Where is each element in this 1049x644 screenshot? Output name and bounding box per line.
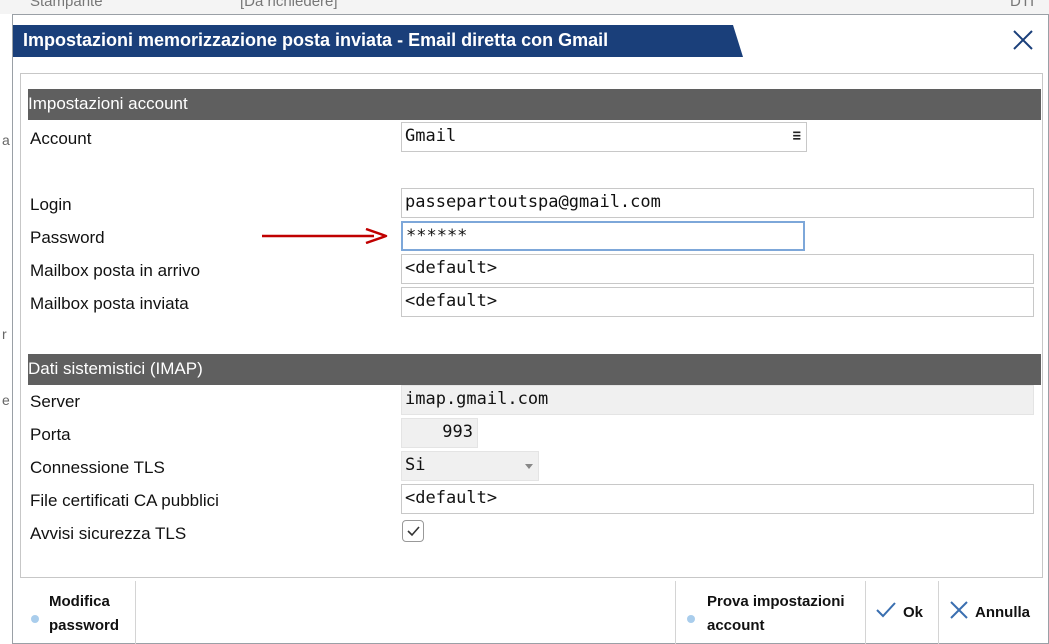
modifica-label-line1: Modifica <box>49 593 110 610</box>
background-text: [Da richiedere] <box>240 0 338 10</box>
menu-icon[interactable]: ≡ <box>793 128 801 144</box>
porta-label: Porta <box>30 425 71 444</box>
modifica-password-button[interactable]: Modifica password <box>27 593 135 644</box>
login-value: passepartoutspa@gmail.com <box>405 192 661 212</box>
tls-warn-checkbox[interactable] <box>402 520 424 542</box>
background-char: e <box>2 392 10 408</box>
modifica-label-line2: password <box>49 617 120 634</box>
ok-label: Ok <box>903 604 924 621</box>
section-header-label: Impostazioni account <box>28 94 188 113</box>
tls-warn-label: Avvisi sicurezza TLS <box>30 524 187 543</box>
mailbox-in-label: Mailbox posta in arrivo <box>30 261 201 280</box>
dialog-footer: Modifica password Prova impostazioni acc… <box>13 581 1049 644</box>
tls-select[interactable]: Si <box>401 451 539 481</box>
background-window-strip: Stampante [Da richiedere] DTI <box>0 0 1049 14</box>
dialog-content: Impostazioni account Account Gmail ≡ Log… <box>20 73 1043 578</box>
ca-file-value: <default> <box>405 488 498 508</box>
server-label: Server <box>30 392 81 411</box>
mailbox-in-value: <default> <box>405 258 498 278</box>
bullet-icon <box>31 615 39 623</box>
mailbox-out-field[interactable]: <default> <box>401 287 1034 317</box>
annotation-arrow-icon <box>262 228 388 244</box>
footer-divider <box>675 581 676 644</box>
ok-button[interactable]: Ok <box>871 593 937 644</box>
account-value: Gmail <box>405 126 457 146</box>
prova-label-line2: account <box>707 617 765 634</box>
dialog-title: Impostazioni memorizzazione posta inviat… <box>23 30 609 50</box>
background-char: a <box>2 132 10 148</box>
mailbox-out-label: Mailbox posta inviata <box>30 294 189 313</box>
server-value: imap.gmail.com <box>405 389 549 409</box>
password-label: Password <box>30 228 105 247</box>
annulla-button[interactable]: Annulla <box>943 593 1043 644</box>
mailbox-out-value: <default> <box>405 291 498 311</box>
password-field[interactable]: ****** <box>401 221 805 251</box>
login-field[interactable]: passepartoutspa@gmail.com <box>401 188 1034 218</box>
login-label: Login <box>30 195 72 214</box>
ca-file-label: File certificati CA pubblici <box>30 491 219 510</box>
annulla-label: Annulla <box>975 604 1030 621</box>
close-icon <box>950 601 968 619</box>
chevron-down-icon <box>525 464 533 469</box>
account-field[interactable]: Gmail ≡ <box>401 122 807 152</box>
password-value: ****** <box>406 226 468 246</box>
porta-value: 993 <box>442 422 473 442</box>
section-header-imap: Dati sistemistici (IMAP) <box>28 354 1041 385</box>
checkmark-icon <box>876 602 896 618</box>
footer-divider <box>938 581 939 644</box>
section-header-account: Impostazioni account <box>28 89 1041 120</box>
dialog-titlebar: Impostazioni memorizzazione posta inviat… <box>13 25 1049 57</box>
footer-divider <box>135 581 136 644</box>
prova-impostazioni-button[interactable]: Prova impostazioni account <box>681 593 861 644</box>
checkmark-icon <box>407 526 420 537</box>
tls-label: Connessione TLS <box>30 458 165 477</box>
background-text: Stampante <box>30 0 103 10</box>
bullet-icon <box>687 615 695 623</box>
porta-field: 993 <box>401 418 478 448</box>
footer-divider <box>865 581 866 644</box>
account-label: Account <box>30 129 92 148</box>
section-header-label: Dati sistemistici (IMAP) <box>28 359 203 378</box>
prova-label-line1: Prova impostazioni <box>707 593 845 610</box>
background-text: DTI <box>1010 0 1035 10</box>
server-field: imap.gmail.com <box>401 385 1034 415</box>
settings-dialog: Impostazioni memorizzazione posta inviat… <box>12 14 1049 644</box>
tls-value: Si <box>405 455 426 475</box>
close-icon[interactable] <box>1010 27 1036 53</box>
background-char: r <box>2 326 7 342</box>
mailbox-in-field[interactable]: <default> <box>401 254 1034 284</box>
ca-file-field[interactable]: <default> <box>401 484 1034 514</box>
